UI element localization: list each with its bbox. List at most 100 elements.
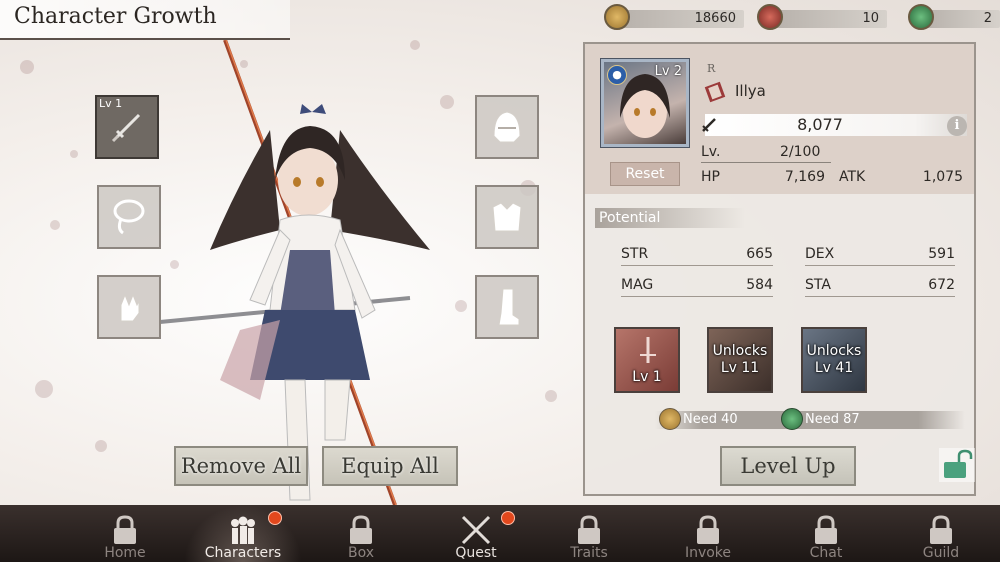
power-bar: 8,077 xyxy=(705,114,967,136)
level-up-requirements: Need 40 Need 87 xyxy=(655,408,965,430)
power-value: 8,077 xyxy=(797,115,843,134)
skill-2[interactable]: Unlocks Lv 11 xyxy=(707,327,773,393)
gem-requirement: Need 87 xyxy=(781,408,860,430)
nav-characters[interactable]: Characters xyxy=(184,505,302,562)
armor-slot[interactable] xyxy=(475,185,539,249)
level-divider xyxy=(701,162,831,163)
gloves-slot[interactable] xyxy=(97,275,161,339)
nav-invoke-label: Invoke xyxy=(684,545,732,561)
nav-quest-label: Quest xyxy=(455,545,497,561)
gold-coin-icon xyxy=(604,4,630,30)
remove-all-button[interactable]: Remove All xyxy=(174,446,308,486)
bottom-navigation: Home Characters Box Quest Traits Invoke … xyxy=(0,505,1000,562)
lock-icon xyxy=(350,515,372,544)
lock-icon xyxy=(930,515,952,544)
boot-icon xyxy=(498,288,520,326)
quest-notification-badge xyxy=(501,511,515,525)
reset-button[interactable]: Reset xyxy=(610,162,680,186)
str-label: STR xyxy=(621,246,649,262)
character-summary: ● Lv 2 R Illya 8,077 i Lv. 2/100 Reset H… xyxy=(585,44,974,194)
water-element-icon: ● xyxy=(607,65,627,85)
character-portrait[interactable]: ● Lv 2 xyxy=(600,58,690,148)
green-gem-icon xyxy=(908,4,934,30)
nav-box[interactable]: Box xyxy=(302,505,420,562)
dex-label: DEX xyxy=(805,246,835,262)
characters-icon xyxy=(231,516,255,544)
gold-amount: 18660 xyxy=(622,10,744,28)
potential-header: Potential xyxy=(595,208,745,228)
red-gem-amount: 10 xyxy=(775,10,887,28)
character-name: Illya xyxy=(735,82,766,100)
mag-value: 584 xyxy=(746,277,773,293)
necklace-slot[interactable] xyxy=(97,185,161,249)
weapon-level: Lv 1 xyxy=(99,97,123,110)
str-value: 665 xyxy=(746,246,773,262)
nav-quest[interactable]: Quest xyxy=(417,505,535,562)
skill-1-line2: Lv 1 xyxy=(632,368,662,385)
weapon-slot[interactable]: Lv 1 xyxy=(95,95,159,159)
mag-label: MAG xyxy=(621,277,654,293)
sta-label: STA xyxy=(805,277,831,293)
lock-icon xyxy=(578,515,600,544)
info-icon[interactable]: i xyxy=(947,116,967,136)
lock-icon xyxy=(114,515,136,544)
nav-characters-label: Characters xyxy=(204,545,282,561)
skill-3-line2: Lv 41 xyxy=(814,360,854,376)
skill-1[interactable]: Lv 1 xyxy=(614,327,680,393)
page-title: Character Growth xyxy=(0,0,290,40)
gold-currency: 18660 xyxy=(604,4,744,30)
green-gem-icon xyxy=(781,408,803,430)
hp-value: 7,169 xyxy=(784,169,825,185)
dex-value: 591 xyxy=(928,246,955,262)
lock-toggle-button[interactable] xyxy=(939,448,975,482)
character-info-panel: ● Lv 2 R Illya 8,077 i Lv. 2/100 Reset H… xyxy=(583,42,976,496)
class-book-icon xyxy=(704,81,726,103)
nav-box-label: Box xyxy=(347,545,375,561)
skill-2-line1: Unlocks xyxy=(712,343,768,359)
green-gem-currency: 2 xyxy=(908,4,1000,30)
level-up-button[interactable]: Level Up xyxy=(720,446,856,486)
gold-requirement: Need 40 xyxy=(659,408,738,430)
helmet-slot[interactable] xyxy=(475,95,539,159)
skill-3[interactable]: Unlocks Lv 41 xyxy=(801,327,867,393)
crossed-swords-icon xyxy=(461,515,491,545)
helmet-icon xyxy=(493,111,521,143)
lock-icon xyxy=(697,515,719,544)
red-gem-currency: 10 xyxy=(757,4,889,30)
skill-2-line2: Lv 11 xyxy=(720,360,760,376)
nav-guild[interactable]: Guild xyxy=(882,505,1000,562)
nav-home[interactable]: Home xyxy=(66,505,184,562)
characters-notification-badge xyxy=(268,511,282,525)
nav-chat[interactable]: Chat xyxy=(767,505,885,562)
gem-need-text: Need 87 xyxy=(805,412,860,427)
gold-need-text: Need 40 xyxy=(683,412,738,427)
nav-traits[interactable]: Traits xyxy=(530,505,648,562)
dagger-icon xyxy=(111,113,141,143)
rarity-label: R xyxy=(707,62,716,75)
armor-icon xyxy=(492,202,522,232)
level-value: 2/100 xyxy=(780,144,821,160)
character-illustration xyxy=(140,39,460,506)
nav-invoke[interactable]: Invoke xyxy=(649,505,767,562)
sta-value: 672 xyxy=(928,277,955,293)
nav-guild-label: Guild xyxy=(922,545,960,561)
boots-slot[interactable] xyxy=(475,275,539,339)
nav-traits-label: Traits xyxy=(570,545,608,561)
gold-coin-icon xyxy=(659,408,681,430)
atk-label: ATK xyxy=(839,169,866,185)
nav-home-label: Home xyxy=(104,545,146,561)
red-gem-icon xyxy=(757,4,783,30)
necklace-icon xyxy=(113,199,145,235)
sword-skill-icon xyxy=(640,337,656,363)
skill-3-line1: Unlocks xyxy=(806,343,862,359)
level-label: Lv. xyxy=(701,144,721,160)
atk-value: 1,075 xyxy=(922,169,963,185)
glove-icon xyxy=(120,293,140,322)
lock-icon xyxy=(815,515,837,544)
hp-label: HP xyxy=(701,169,720,185)
portrait-level: Lv 2 xyxy=(654,64,682,79)
sword-power-icon xyxy=(702,118,716,132)
nav-chat-label: Chat xyxy=(809,545,843,561)
equip-all-button[interactable]: Equip All xyxy=(322,446,458,486)
green-gem-amount: 2 xyxy=(926,10,1000,28)
